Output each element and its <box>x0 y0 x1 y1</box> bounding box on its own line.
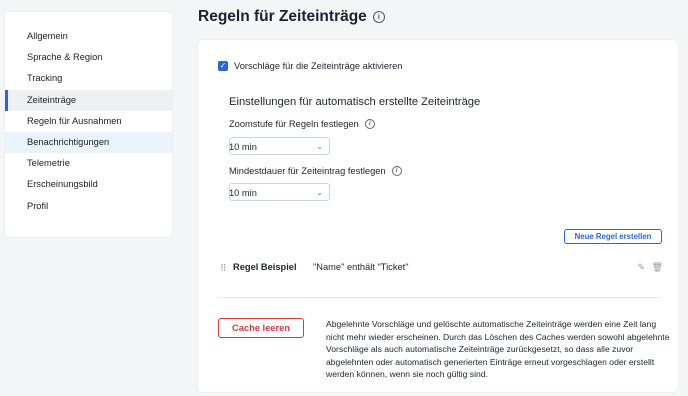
clear-cache-button[interactable]: Cache leeren <box>218 318 304 338</box>
info-icon[interactable]: i <box>372 11 385 23</box>
min-duration-select-value: 10 min <box>229 188 257 198</box>
sidebar-item-regeln-ausnahmen[interactable]: Regeln für Ausnahmen <box>5 111 172 132</box>
sidebar-item-sprache-region[interactable]: Sprache & Region <box>5 47 172 68</box>
page-title: Regeln für Zeiteinträge <box>198 8 367 25</box>
min-duration-label-row: Mindestdauer für Zeiteintrag festlegen i <box>229 166 402 176</box>
zoom-select-value: 10 min <box>229 142 257 152</box>
info-icon[interactable]: i <box>391 166 402 176</box>
suggestions-checkbox-label: Vorschläge für die Zeiteinträge aktivier… <box>234 61 403 71</box>
settings-card: ✓ Vorschläge für die Zeiteinträge aktivi… <box>198 40 678 392</box>
drag-handle-icon[interactable]: ⠿ <box>220 263 227 274</box>
info-icon[interactable]: i <box>364 119 375 129</box>
sidebar-item-zeiteintraege[interactable]: Zeiteinträge <box>5 89 172 111</box>
sidebar-item-telemetrie[interactable]: Telemetrie <box>5 153 172 174</box>
zoom-select[interactable]: 10 min ⌄ <box>229 137 330 155</box>
chevron-down-icon: ⌄ <box>316 188 323 197</box>
settings-sidebar: Allgemein Sprache & Region Tracking Zeit… <box>5 12 172 237</box>
min-duration-select[interactable]: 10 min ⌄ <box>229 183 330 201</box>
zoom-label: Zoomstufe für Regeln festlegen <box>229 119 359 129</box>
new-rule-button[interactable]: Neue Regel erstellen <box>564 229 662 244</box>
rule-actions: ✎ 🗑 <box>638 262 664 273</box>
cache-description: Abgelehnte Vorschläge und gelöschte auto… <box>326 319 670 379</box>
zoom-label-row: Zoomstufe für Regeln festlegen i <box>229 119 375 129</box>
sidebar-item-erscheinungsbild[interactable]: Erscheinungsbild <box>5 174 172 195</box>
section-title-auto-entries: Einstellungen für automatisch erstellte … <box>229 96 481 108</box>
rule-condition: "Name" enthält "Ticket" <box>313 262 409 272</box>
sidebar-item-benachrichtigungen[interactable]: Benachrichtigungen <box>5 131 172 154</box>
sidebar-item-profil[interactable]: Profil <box>5 196 172 217</box>
sidebar-item-tracking[interactable]: Tracking <box>5 68 172 89</box>
page-title-row: Regeln für Zeiteinträge i <box>198 8 385 26</box>
chevron-down-icon: ⌄ <box>316 142 323 151</box>
suggestions-checkbox[interactable]: ✓ <box>218 61 228 71</box>
divider <box>218 297 661 298</box>
sidebar-menu: Allgemein Sprache & Region Tracking Zeit… <box>5 12 172 217</box>
trash-icon[interactable]: 🗑 <box>652 262 663 272</box>
min-duration-label: Mindestdauer für Zeiteintrag festlegen <box>229 166 386 176</box>
rule-row[interactable]: ⠿ Regel Beispiel "Name" enthält "Ticket"… <box>220 262 663 276</box>
edit-icon[interactable]: ✎ <box>638 262 646 272</box>
suggestions-toggle-row[interactable]: ✓ Vorschläge für die Zeiteinträge aktivi… <box>218 61 402 71</box>
rule-name: Regel Beispiel <box>233 262 297 272</box>
sidebar-item-allgemein[interactable]: Allgemein <box>5 26 172 47</box>
